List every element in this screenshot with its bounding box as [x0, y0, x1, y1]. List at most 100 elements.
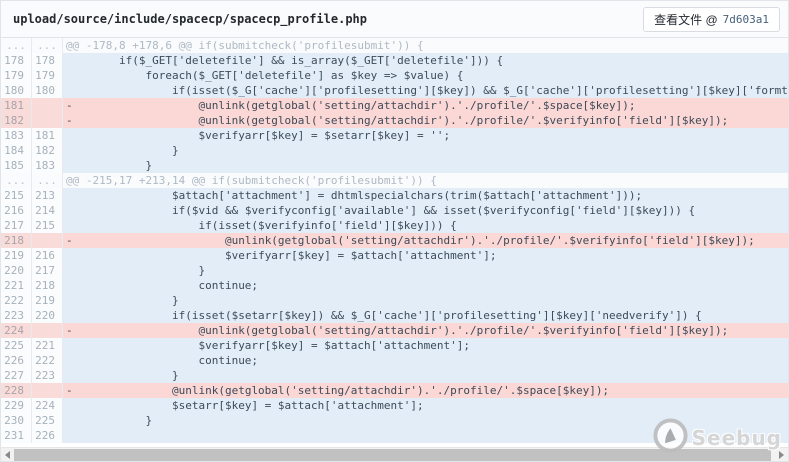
context-line-row: 221218 continue;	[1, 278, 788, 293]
new-line-number: 217	[32, 263, 63, 278]
code-line: $setarr[$key] = $attach['attachment'];	[63, 398, 788, 413]
view-file-label: 查看文件 @	[654, 11, 718, 28]
old-line-number: 226	[1, 353, 32, 368]
hunk-header-text: @@ -215,17 +213,14 @@ if(submitcheck('pr…	[63, 173, 788, 188]
context-line-row: 217215 if(isset($verifyinfo['field'][$ke…	[1, 218, 788, 233]
old-line-number: 184	[1, 143, 32, 158]
old-line-number: 229	[1, 398, 32, 413]
code-line: $attach['attachment'] = dhtmlspecialchar…	[63, 188, 788, 203]
code-line: }	[63, 158, 788, 173]
horizontal-scrollbar[interactable]	[1, 447, 788, 461]
new-line-number: 222	[32, 353, 63, 368]
code-line: continue;	[63, 353, 788, 368]
context-line-row: 216214 if($vid && $verifyconfig['availab…	[1, 203, 788, 218]
old-line-number: 220	[1, 263, 32, 278]
old-line-number: 215	[1, 188, 32, 203]
code-line: if(isset($_G['cache']['profilesetting'][…	[63, 83, 788, 98]
new-line-number: 178	[32, 53, 63, 68]
code-line: if($vid && $verifyconfig['available'] &&…	[63, 203, 788, 218]
new-line-number: ...	[32, 38, 63, 53]
old-line-number: 180	[1, 83, 32, 98]
context-line-row: 226222 continue;	[1, 353, 788, 368]
code-line	[63, 428, 788, 443]
code-line: if($_GET['deletefile'] && is_array($_GET…	[63, 53, 788, 68]
new-line-number: 179	[32, 68, 63, 83]
context-line-row: 185183 }	[1, 158, 788, 173]
hunk-header-text: @@ -178,8 +178,6 @@ if(submitcheck('prof…	[63, 38, 788, 53]
code-line: - @unlink(getglobal('setting/attachdir')…	[63, 323, 788, 338]
scroll-right-arrow-icon[interactable]	[775, 448, 788, 461]
code-line: if(isset($setarr[$key]) && $_G['cache'][…	[63, 308, 788, 323]
commit-hash: 7d603a1	[723, 13, 769, 26]
scroll-left-arrow-icon[interactable]	[1, 448, 14, 461]
context-line-row: 184182 }	[1, 143, 788, 158]
old-line-number: 185	[1, 158, 32, 173]
new-line-number: 183	[32, 158, 63, 173]
new-line-number: 225	[32, 413, 63, 428]
code-line: }	[63, 413, 788, 428]
old-line-number: 183	[1, 128, 32, 143]
new-line-number	[32, 383, 63, 398]
context-line-row: 180180 if(isset($_G['cache']['profileset…	[1, 83, 788, 98]
new-line-number: 182	[32, 143, 63, 158]
scrollbar-thumb[interactable]	[14, 449, 771, 461]
view-file-button[interactable]: 查看文件 @ 7d603a1	[643, 7, 780, 32]
old-line-number: 179	[1, 68, 32, 83]
old-line-number: 230	[1, 413, 32, 428]
new-line-number	[32, 233, 63, 248]
new-line-number: 224	[32, 398, 63, 413]
context-line-row: 230225 }	[1, 413, 788, 428]
diff-viewer: upload/source/include/spacecp/spacecp_pr…	[0, 0, 789, 462]
new-line-number: 226	[32, 428, 63, 443]
old-line-number: 225	[1, 338, 32, 353]
new-line-number	[32, 98, 63, 113]
new-line-number: 219	[32, 293, 63, 308]
context-line-row: 220217 }	[1, 263, 788, 278]
new-line-number: 216	[32, 248, 63, 263]
old-line-number: 219	[1, 248, 32, 263]
code-line: }	[63, 368, 788, 383]
new-line-number: 181	[32, 128, 63, 143]
old-line-number: 227	[1, 368, 32, 383]
new-line-number: 223	[32, 368, 63, 383]
new-line-number: 220	[32, 308, 63, 323]
code-line: continue;	[63, 278, 788, 293]
deleted-line-row: 182- @unlink(getglobal('setting/attachdi…	[1, 113, 788, 128]
old-line-number: 222	[1, 293, 32, 308]
deleted-line-row: 181 - @unlink(getglobal('setting/attachdi…	[1, 98, 788, 113]
context-line-row: 223220 if(isset($setarr[$key]) && $_G['c…	[1, 308, 788, 323]
diff-rows: ......@@ -178,8 +178,6 @@ if(submitcheck…	[1, 38, 788, 461]
file-header: upload/source/include/spacecp/spacecp_pr…	[1, 1, 788, 38]
code-line: foreach($_GET['deletefile'] as $key => $…	[63, 68, 788, 83]
context-line-row: 225221 $verifyarr[$key] = $attach['attac…	[1, 338, 788, 353]
old-line-number: 216	[1, 203, 32, 218]
new-line-number	[32, 113, 63, 128]
context-line-row: 183181 $verifyarr[$key] = $setarr[$key] …	[1, 128, 788, 143]
context-line-row: 215213 $attach['attachment'] = dhtmlspec…	[1, 188, 788, 203]
old-line-number: 178	[1, 53, 32, 68]
code-line: - @unlink(getglobal('setting/attachdir')…	[63, 113, 788, 128]
old-line-number: 231	[1, 428, 32, 443]
old-line-number: 221	[1, 278, 32, 293]
context-line-row: 222219 }	[1, 293, 788, 308]
code-line: $verifyarr[$key] = $attach['attachment']…	[63, 248, 788, 263]
old-line-number: 181	[1, 98, 32, 113]
old-line-number: 224	[1, 323, 32, 338]
context-line-row: 231226	[1, 428, 788, 443]
code-line: }	[63, 143, 788, 158]
context-line-row: 179179 foreach($_GET['deletefile'] as $k…	[1, 68, 788, 83]
code-line: $verifyarr[$key] = $attach['attachment']…	[63, 338, 788, 353]
code-line: if(isset($verifyinfo['field'][$key])) {	[63, 218, 788, 233]
file-path: upload/source/include/spacecp/spacecp_pr…	[13, 12, 643, 26]
old-line-number: ...	[1, 173, 32, 188]
code-line: $verifyarr[$key] = $setarr[$key] = '';	[63, 128, 788, 143]
code-line: - @unlink(getglobal('setting/attachdir')…	[63, 383, 788, 398]
code-line: - @unlink(getglobal('setting/attachdir')…	[63, 98, 788, 113]
code-line: }	[63, 263, 788, 278]
new-line-number: ...	[32, 173, 63, 188]
new-line-number: 180	[32, 83, 63, 98]
deleted-line-row: 228- @unlink(getglobal('setting/attachdi…	[1, 383, 788, 398]
new-line-number: 215	[32, 218, 63, 233]
deleted-line-row: 224 - @unlink(getglobal('setting/attachdi…	[1, 323, 788, 338]
context-line-row: 178178 if($_GET['deletefile'] && is_arra…	[1, 53, 788, 68]
